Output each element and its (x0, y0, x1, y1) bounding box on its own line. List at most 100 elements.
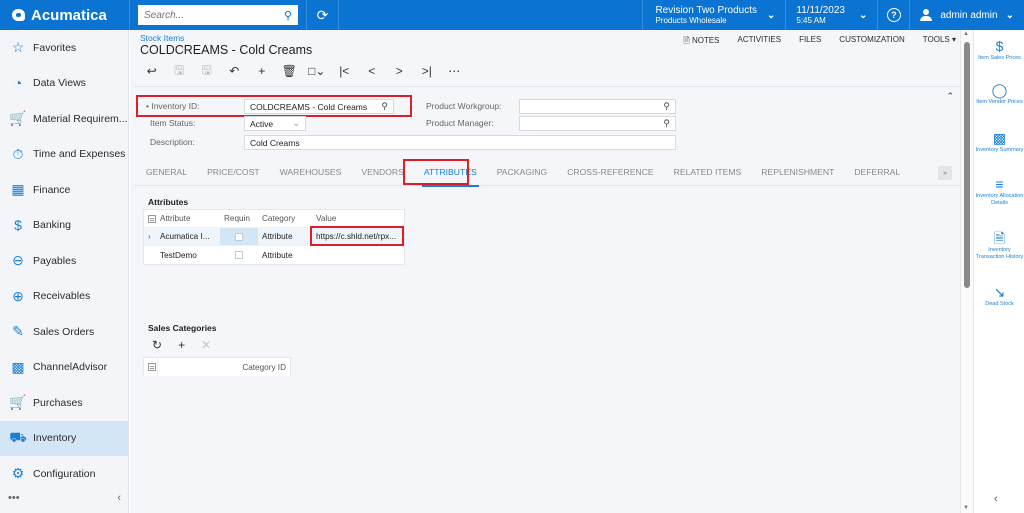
sidebar-item-purchases[interactable]: 🛒 Purchases (0, 385, 128, 421)
tools-button[interactable]: TOOLS ▾ (923, 35, 956, 49)
last-record-icon[interactable]: >| (413, 64, 441, 78)
sidebar-item-label: Configuration (33, 467, 96, 480)
tab-replenishment[interactable]: REPLENISHMENT (761, 158, 834, 186)
sidebar-item-label: Favorites (33, 41, 77, 54)
add-row-icon[interactable]: + (178, 338, 185, 352)
save-and-close-icon[interactable]: 🖫 (166, 63, 194, 78)
delete-row-icon[interactable]: ✕ (201, 338, 211, 352)
search-box[interactable]: ⚲ (138, 5, 298, 25)
product-workgroup-field[interactable]: ⚲ (519, 99, 676, 114)
files-button[interactable]: FILES (799, 35, 821, 49)
refresh-icon[interactable]: ↻ (152, 338, 162, 352)
collapse-form-icon[interactable]: ⌃ (946, 91, 954, 102)
tab-cross-reference[interactable]: CROSS-REFERENCE (567, 158, 653, 186)
column-header-category[interactable]: Category (258, 210, 312, 227)
link-label: Inventory Transaction History (975, 247, 1024, 260)
sidebar-item-sales-orders[interactable]: ✎ Sales Orders (0, 314, 128, 350)
main-content: Stock Items COLDCREAMS - Cold Creams 🗎 N… (130, 30, 960, 513)
collapse-sidebar-icon[interactable]: ‹ (117, 492, 121, 504)
sidebar-item-finance[interactable]: ▦ Finance (0, 172, 128, 208)
tab-deferral[interactable]: DEFERRAL (854, 158, 900, 186)
user-name: admin admin (940, 9, 998, 21)
customization-button[interactable]: CUSTOMIZATION (839, 35, 904, 49)
business-date: 11/11/2023 (796, 5, 845, 16)
table-row[interactable]: TestDemo Attribute (144, 246, 404, 264)
history-button[interactable]: ⟳ (307, 0, 339, 30)
sidebar-item-banking[interactable]: $ Banking (0, 208, 128, 244)
collapse-panel-icon[interactable]: ‹ (994, 493, 998, 505)
more-actions-icon[interactable]: ⋯ (441, 64, 469, 78)
breadcrumb[interactable]: Stock Items (140, 33, 184, 43)
sales-categories-title: Sales Categories (148, 323, 217, 333)
item-vendor-prices-link[interactable]: ◯ Item Vendor Prices (974, 82, 1024, 106)
inventory-summary-link[interactable]: ▩ Inventory Summary (974, 130, 1024, 154)
tenant-selector[interactable]: Revision Two Products Products Wholesale… (642, 0, 787, 30)
activities-button[interactable]: ACTIVITIES (738, 35, 782, 49)
first-record-icon[interactable]: |< (331, 64, 359, 78)
sidebar-item-time-and-expenses[interactable]: ⏱ Time and Expenses (0, 137, 128, 173)
inventory-transaction-history-link[interactable]: 🗎 Inventory Transaction History (974, 230, 1024, 260)
dead-stock-link[interactable]: ↘ Dead Stock (974, 284, 1024, 308)
more-icon[interactable]: ••• (8, 492, 20, 504)
value-cell[interactable] (312, 246, 404, 264)
business-date-selector[interactable]: 11/11/2023 5:45 AM ⌄ (786, 0, 879, 30)
logo[interactable]: Acumatica (0, 0, 130, 30)
row-expand-icon[interactable]: › (144, 228, 156, 245)
delete-icon[interactable]: 🗑 (276, 64, 304, 78)
scroll-up-icon[interactable]: ▲ (963, 31, 969, 37)
search-icon[interactable]: ⚲ (663, 101, 670, 112)
sidebar-item-data-views[interactable]: ◔ Data Views (0, 66, 128, 102)
undo-icon[interactable]: ↶ (221, 64, 249, 78)
highlight-box (310, 226, 404, 246)
item-sales-prices-link[interactable]: $ Item Sales Prices (974, 38, 1024, 62)
column-header-required[interactable]: Requin (220, 210, 258, 227)
tab-packaging[interactable]: PACKAGING (497, 158, 547, 186)
next-record-icon[interactable]: > (386, 64, 414, 78)
sidebar-item-favorites[interactable]: ☆ Favorites (0, 30, 128, 66)
column-header-category-id[interactable]: Category ID (158, 358, 290, 376)
sidebar-item-material-requirements[interactable]: 🛒 Material Requirem... (0, 101, 128, 137)
more-tabs-icon[interactable]: » (938, 166, 952, 180)
column-header-attribute[interactable]: Attribute (156, 210, 220, 227)
back-icon[interactable]: ↩ (138, 64, 166, 78)
sidebar-item-payables[interactable]: ⊖ Payables (0, 243, 128, 279)
tab-general[interactable]: GENERAL (146, 158, 187, 186)
previous-record-icon[interactable]: < (358, 64, 386, 78)
search-icon[interactable]: ⚲ (284, 9, 292, 22)
star-icon: ☆ (11, 39, 25, 56)
calculator-icon: ▦ (11, 181, 25, 198)
tab-related-items[interactable]: RELATED ITEMS (674, 158, 742, 186)
help-button[interactable]: ? (878, 0, 911, 30)
sidebar-item-channeladvisor[interactable]: ▩ ChannelAdvisor (0, 350, 128, 386)
sidebar-item-inventory[interactable]: ⛟ Inventory (0, 420, 128, 456)
scroll-down-icon[interactable]: ▼ (963, 505, 969, 511)
grid-settings-icon[interactable] (144, 358, 158, 376)
required-checkbox[interactable] (220, 246, 258, 264)
tab-vendors[interactable]: VENDORS (361, 158, 404, 186)
tab-warehouses[interactable]: WAREHOUSES (280, 158, 342, 186)
tab-price-cost[interactable]: PRICE/COST (207, 158, 260, 186)
list-dollar-icon: ≡ (995, 176, 1004, 192)
sidebar-item-receivables[interactable]: ⊕ Receivables (0, 279, 128, 315)
copy-paste-icon[interactable]: □⌄ (303, 64, 331, 78)
grid-settings-icon[interactable] (144, 210, 156, 227)
required-checkbox[interactable] (220, 228, 258, 245)
inventory-allocation-details-link[interactable]: ≡ Inventory Allocation Details (974, 176, 1024, 206)
sidebar-item-label: Inventory (33, 432, 77, 445)
tag-icon: ◯ (991, 82, 1008, 98)
pencil-square-icon: ✎ (12, 323, 24, 340)
notes-button[interactable]: 🗎 NOTES (683, 35, 719, 49)
item-status-value: Active (250, 118, 274, 129)
product-manager-field[interactable]: ⚲ (519, 116, 676, 131)
save-icon[interactable]: 🖫 (193, 63, 221, 78)
related-links-panel: $ Item Sales Prices ◯ Item Vendor Prices… (973, 30, 1024, 513)
add-icon[interactable]: + (248, 64, 276, 78)
description-field[interactable]: Cold Creams (244, 135, 676, 150)
item-status-select[interactable]: Active ⌄ (244, 116, 306, 131)
search-icon[interactable]: ⚲ (663, 118, 670, 129)
search-input[interactable] (144, 9, 274, 21)
vertical-scrollbar[interactable]: ▲ ▼ (960, 30, 973, 513)
column-header-value[interactable]: Value (312, 210, 404, 227)
scrollbar-thumb[interactable] (964, 42, 970, 288)
user-menu[interactable]: admin admin ⌄ (910, 0, 1024, 30)
